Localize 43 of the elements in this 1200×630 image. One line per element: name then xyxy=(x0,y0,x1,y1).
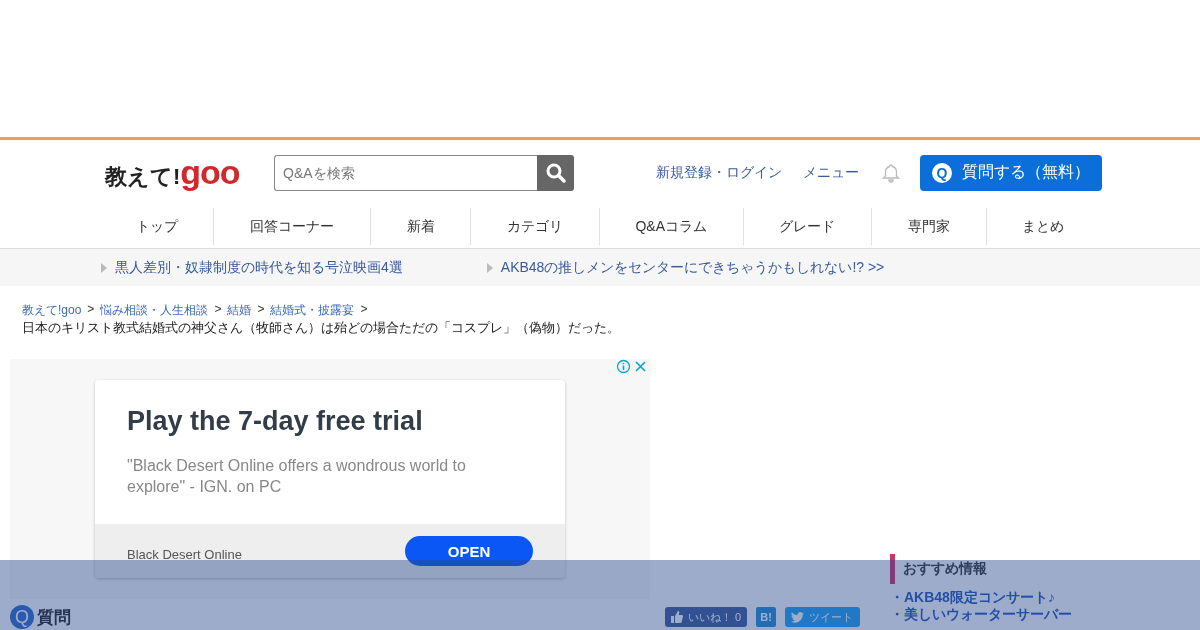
site-logo[interactable]: 教えて!goo xyxy=(105,153,274,192)
breadcrumb-link[interactable]: 結婚 xyxy=(227,302,252,319)
nav-tab[interactable]: グレード xyxy=(742,208,872,245)
breadcrumb-separator: > xyxy=(360,302,368,318)
ad-headline: Play the 7-day free trial xyxy=(127,406,424,437)
triangle-icon xyxy=(486,262,493,273)
breadcrumb-separator: > xyxy=(214,302,222,318)
breadcrumb-separator: > xyxy=(87,302,95,318)
section-heading: おすすめ情報 xyxy=(890,554,1200,584)
header-link[interactable]: メニュー xyxy=(803,163,859,182)
ask-question-button[interactable]: Q 質問する（無料） xyxy=(920,154,1102,191)
nav-tab[interactable]: カテゴリ xyxy=(470,208,599,245)
section-heading: 質問 xyxy=(37,606,71,629)
info-icon[interactable] xyxy=(616,359,631,374)
nav-tab[interactable]: 専門家 xyxy=(871,208,986,245)
breadcrumb-link[interactable]: 結婚式・披露宴 xyxy=(270,302,355,319)
nav-tab[interactable]: まとめ xyxy=(985,208,1100,245)
question-icon: Q xyxy=(10,605,34,629)
advertiser-name: Black Desert Online xyxy=(127,546,242,562)
pickup-link[interactable]: AKB48の推しメンをセンターにできちゃうかもしれない!? >> xyxy=(486,258,885,277)
nav-tab[interactable]: トップ xyxy=(100,208,214,245)
nav-tab[interactable]: Q&Aコラム xyxy=(598,208,743,245)
ad-description: "Black Desert Online offers a wondrous world to explore" - IGN. on PC xyxy=(127,456,467,497)
breadcrumb-link[interactable]: 教えて!goo xyxy=(22,302,82,319)
breadcrumb-link[interactable]: 悩み相談・人生相談 xyxy=(100,302,209,319)
recommend-link[interactable]: ・美しいウォーターサーバー xyxy=(890,606,1200,622)
bell-icon[interactable] xyxy=(881,162,901,183)
open-button[interactable]: OPEN xyxy=(405,536,533,566)
search-icon xyxy=(545,162,566,183)
like-button[interactable]: いいね！ 0 xyxy=(664,607,747,627)
bird-icon xyxy=(791,611,804,623)
header-link[interactable]: 新規登録・ログイン xyxy=(656,163,782,182)
pickup-link[interactable]: 黒人差別・奴隷制度の時代を知る号泣映画4選 xyxy=(101,258,403,277)
thumbs-up-icon xyxy=(670,611,683,623)
search-button[interactable] xyxy=(537,154,574,191)
search-field[interactable]: Q&Aを検索 xyxy=(274,154,537,191)
nav-tab[interactable]: 回答コーナー xyxy=(213,208,370,245)
triangle-icon xyxy=(101,262,107,273)
close-icon[interactable] xyxy=(633,359,648,374)
breadcrumb-separator: > xyxy=(257,302,265,318)
nav-tab[interactable]: 新着 xyxy=(369,208,471,245)
recommend-link[interactable]: ・AKB48限定コンサート♪ xyxy=(890,589,1200,605)
page-title: 日本のキリスト教式結婚式の神父さん（牧師さん）は殆どの場合ただの「コスプレ」（偽物）だった。 xyxy=(21,319,621,337)
